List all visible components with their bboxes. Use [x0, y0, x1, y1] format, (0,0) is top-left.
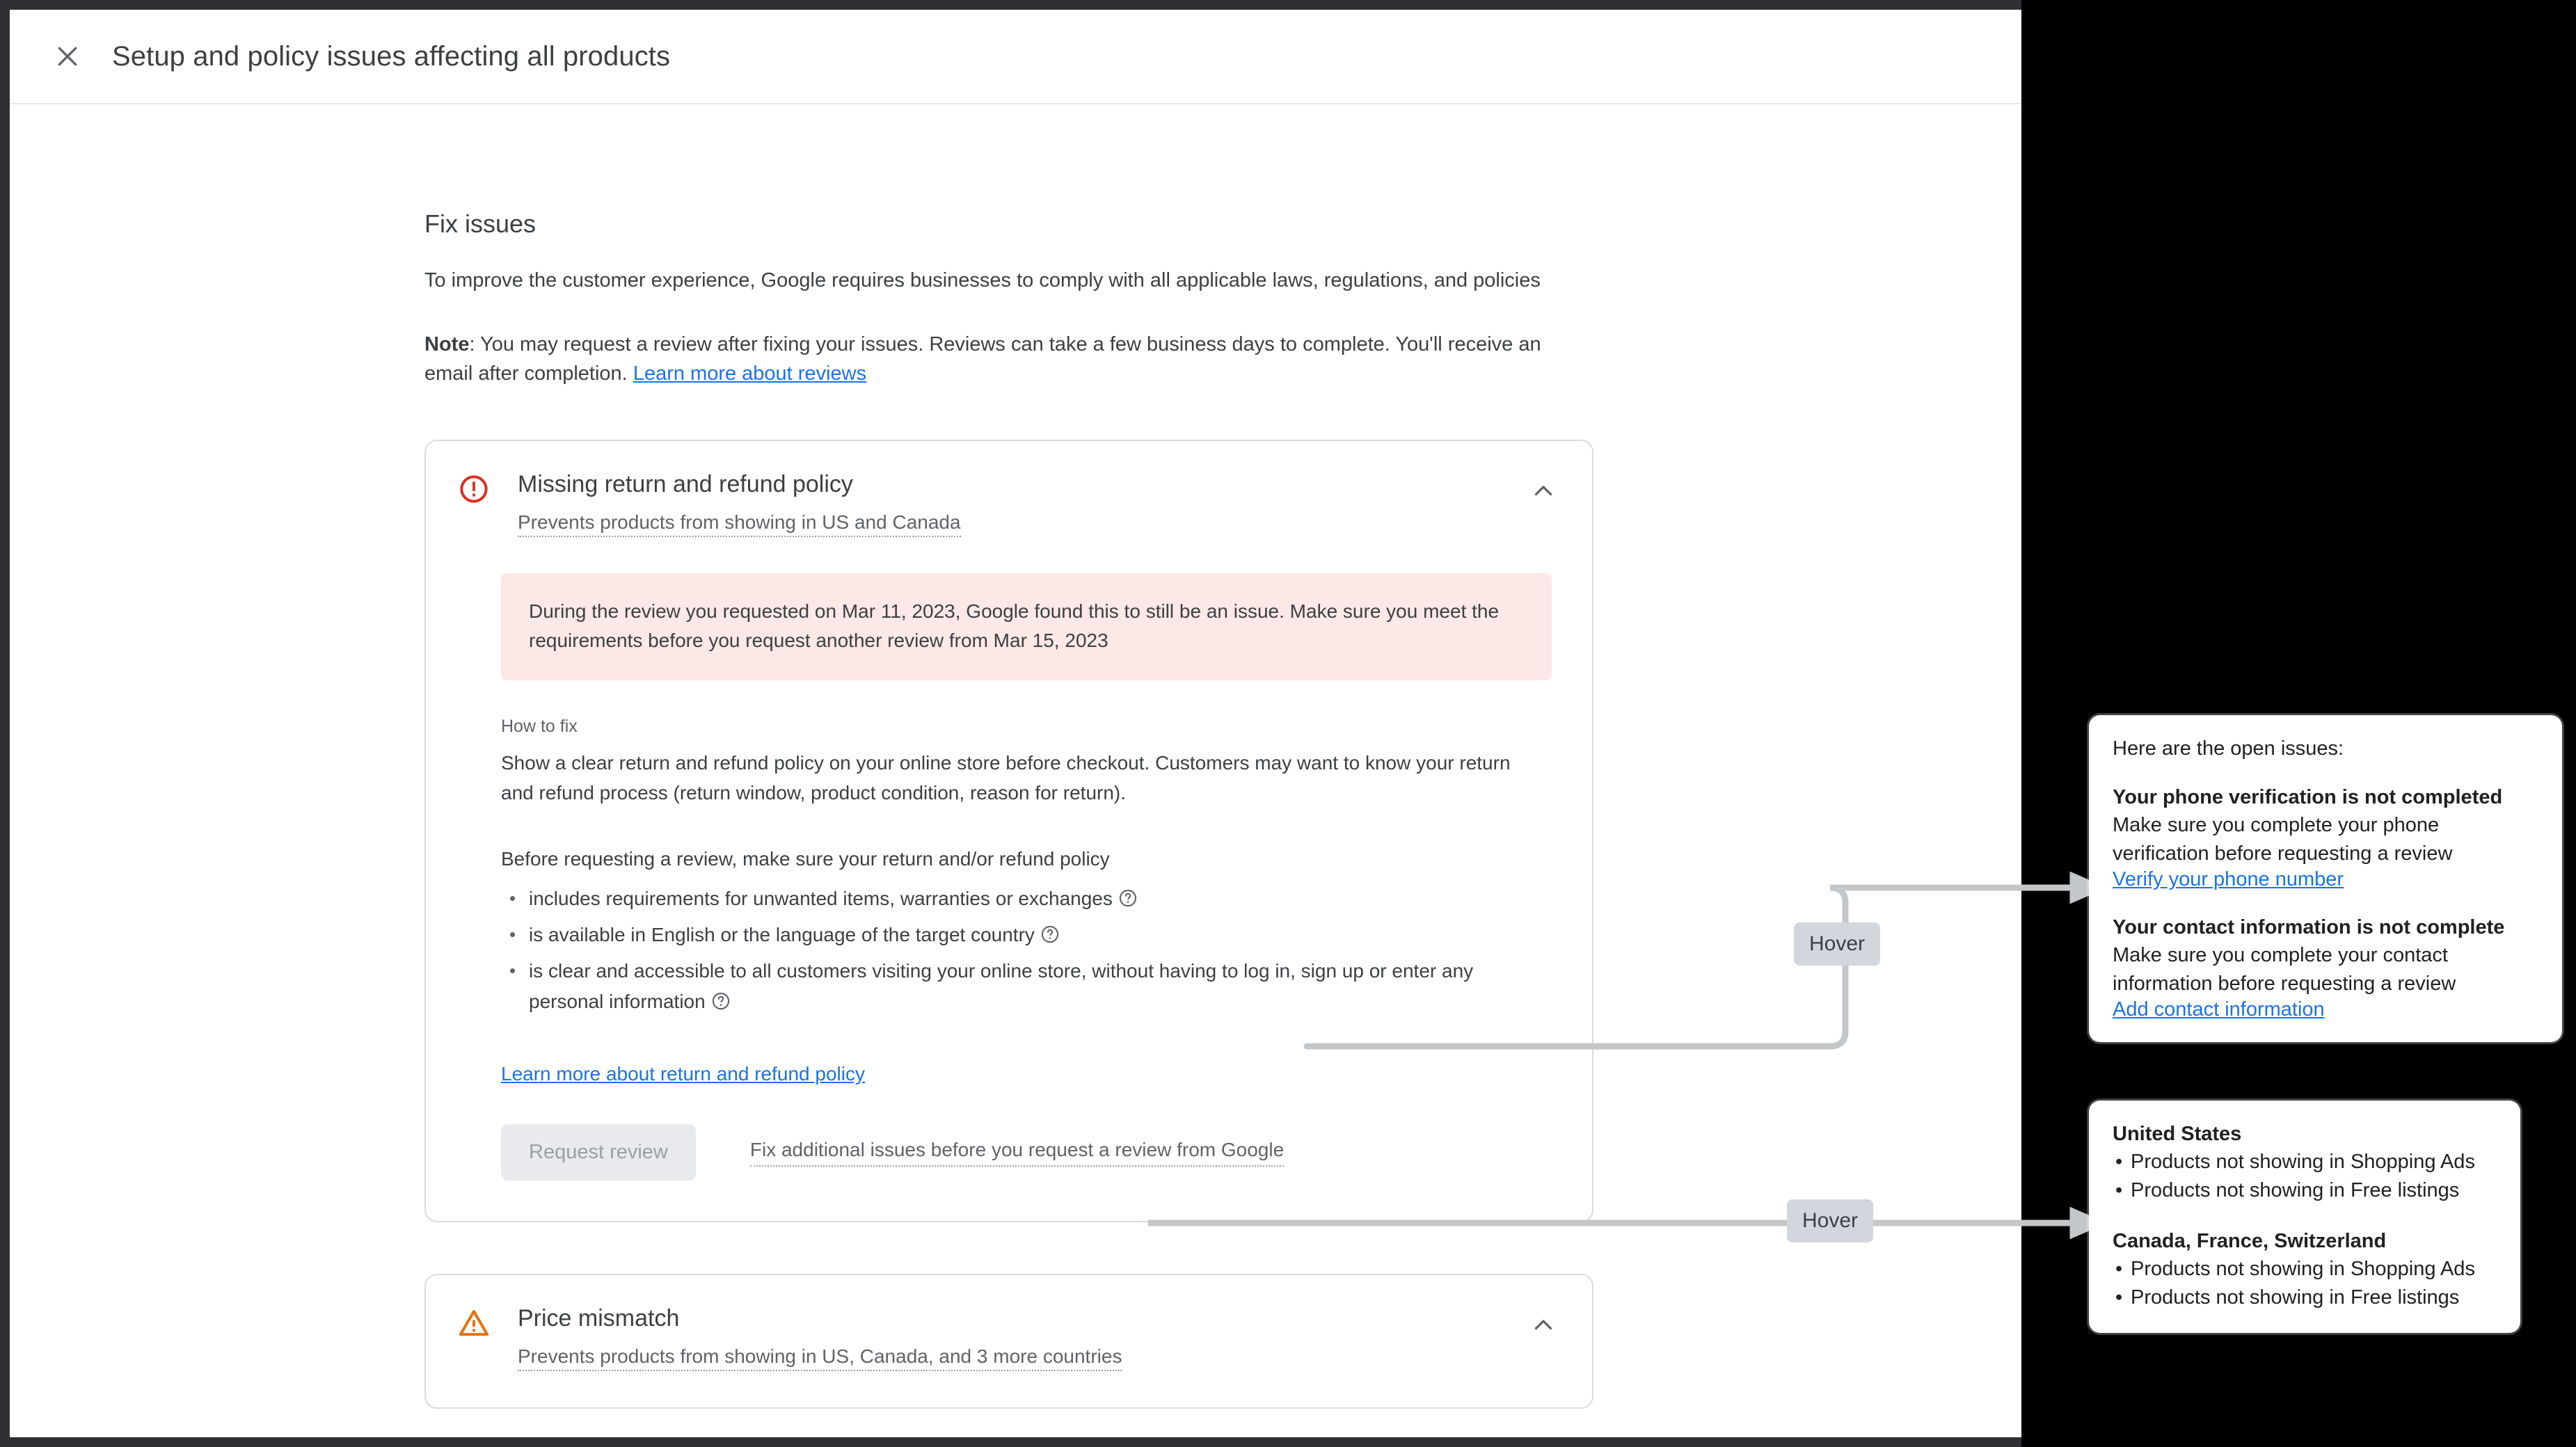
tooltip-country-list: Products not showing in Shopping Ads Pro…	[2113, 1148, 2497, 1205]
card-actions-row: Request review Fix additional issues bef…	[501, 1124, 1592, 1181]
issue-title: Price mismatch	[518, 1305, 680, 1332]
requirements-list: includes requirements for unwanted items…	[501, 883, 1517, 1017]
tooltip-issue-body: Make sure you complete your phone verifi…	[2113, 814, 2453, 865]
issue-card-header[interactable]: Price mismatch Prevents products from sh…	[426, 1303, 1592, 1371]
dialog-content: Fix issues To improve the customer exper…	[10, 104, 2021, 1437]
review-status-banner: During the review you requested on Mar 1…	[501, 573, 1552, 680]
intro-paragraph: To improve the customer experience, Goog…	[424, 269, 1541, 291]
note-paragraph: Note: You may request a review after fix…	[424, 330, 1593, 388]
before-review-text: Before requesting a review, make sure yo…	[501, 848, 1110, 870]
list-item: Products not showing in Free listings	[2113, 1176, 2497, 1205]
chevron-up-icon[interactable]	[1525, 473, 1561, 509]
issue-subtitle[interactable]: Prevents products from showing in US, Ca…	[518, 1343, 1122, 1371]
how-to-fix-description: Show a clear return and refund policy on…	[501, 752, 1511, 804]
dialog-window: Setup and policy issues affecting all pr…	[0, 0, 2021, 1447]
page-title: Setup and policy issues affecting all pr…	[112, 40, 671, 72]
dialog-header: Setup and policy issues affecting all pr…	[10, 10, 2021, 104]
tooltip-open-issues: Here are the open issues: Your phone ver…	[2089, 715, 2562, 1042]
issue-card-missing-return-policy: Missing return and refund policy Prevent…	[424, 440, 1593, 1222]
help-icon[interactable]	[711, 991, 731, 1011]
note-label: Note	[424, 333, 470, 355]
fix-additional-issues-hint[interactable]: Fix additional issues before you request…	[749, 1139, 1285, 1167]
help-icon[interactable]	[1040, 925, 1060, 944]
issue-card-price-mismatch: Price mismatch Prevents products from sh…	[424, 1274, 1593, 1409]
tooltip-country-heading: Canada, France, Switzerland	[2113, 1230, 2387, 1252]
screenshot-root: Setup and policy issues affecting all pr…	[0, 0, 2576, 1447]
close-icon[interactable]	[49, 38, 86, 74]
how-to-fix-label: How to fix	[501, 717, 578, 736]
tooltip-issue-group: Your contact information is not complete…	[2113, 913, 2538, 1021]
list-item: Products not showing in Shopping Ads	[2113, 1148, 2497, 1176]
list-item: is clear and accessible to all customers…	[501, 955, 1517, 1017]
issue-card-texts: Price mismatch Prevents products from sh…	[518, 1303, 1122, 1371]
verify-phone-number-link[interactable]: Verify your phone number	[2113, 868, 2344, 890]
tooltip-intro: Here are the open issues:	[2113, 737, 2344, 760]
issue-card-header[interactable]: Missing return and refund policy Prevent…	[426, 469, 1592, 537]
chevron-up-icon[interactable]	[1525, 1307, 1561, 1343]
learn-more-return-policy-link[interactable]: Learn more about return and refund polic…	[501, 1063, 865, 1085]
help-icon[interactable]	[1118, 888, 1138, 908]
tooltip-country-heading: United States	[2113, 1123, 2242, 1145]
tooltip-affected-countries: United States Products not showing in Sh…	[2089, 1101, 2520, 1333]
warning-triangle-icon	[458, 1303, 497, 1371]
list-item: Products not showing in Free listings	[2113, 1284, 2497, 1312]
issue-card-texts: Missing return and refund policy Prevent…	[518, 469, 961, 537]
tooltip-issue-heading: Your contact information is not complete	[2113, 916, 2505, 938]
request-review-button[interactable]: Request review	[501, 1124, 696, 1181]
requirement-text: includes requirements for unwanted items…	[529, 888, 1113, 909]
error-circle-icon	[458, 469, 497, 537]
tooltip-issue-group: Your phone verification is not completed…	[2113, 783, 2538, 891]
tooltip-country-group: Canada, France, Switzerland Products not…	[2113, 1227, 2497, 1312]
list-item: includes requirements for unwanted items…	[501, 883, 1517, 914]
section-title: Fix issues	[424, 209, 536, 238]
requirement-text: is available in English or the language …	[529, 924, 1035, 945]
issue-title: Missing return and refund policy	[518, 471, 853, 497]
note-body: : You may request a review after fixing …	[424, 333, 1541, 385]
requirement-text: is clear and accessible to all customers…	[529, 960, 1474, 1012]
list-item: Products not showing in Shopping Ads	[2113, 1255, 2497, 1284]
tooltip-issue-heading: Your phone verification is not completed	[2113, 786, 2503, 808]
tooltip-issue-body: Make sure you complete your contact info…	[2113, 944, 2456, 995]
review-status-text: During the review you requested on Mar 1…	[529, 600, 1500, 651]
hover-badge: Hover	[1787, 1199, 1874, 1242]
how-to-fix-block: How to fix Show a clear return and refun…	[501, 717, 1517, 1017]
list-item: is available in English or the language …	[501, 919, 1517, 950]
tooltip-country-group: United States Products not showing in Sh…	[2113, 1120, 2497, 1205]
add-contact-information-link[interactable]: Add contact information	[2113, 998, 2325, 1021]
hover-badge: Hover	[1794, 922, 1881, 966]
tooltip-country-list: Products not showing in Shopping Ads Pro…	[2113, 1255, 2497, 1312]
issue-subtitle[interactable]: Prevents products from showing in US and…	[518, 509, 961, 537]
learn-more-reviews-link[interactable]: Learn more about reviews	[633, 362, 866, 385]
